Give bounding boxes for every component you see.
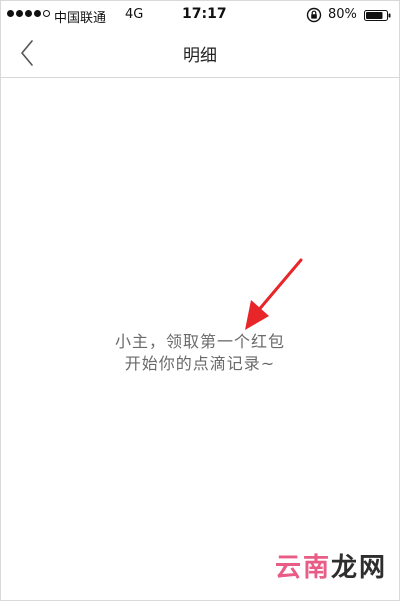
battery-icon: [364, 10, 391, 21]
signal-dot-empty: [43, 10, 50, 17]
carrier-name: 中国联通: [54, 11, 107, 26]
watermark: 云南龙网: [275, 547, 387, 584]
battery-percentage: 80%: [328, 7, 357, 22]
page-title: 明细: [183, 46, 217, 66]
watermark-char: 龙: [330, 553, 359, 583]
phone-screen: 中国联通 4G 17:17 80% 明细 小主，领取第一个红包 开始你的点滴记录…: [0, 0, 400, 601]
red-arrow-annotation-icon: [245, 258, 303, 330]
empty-state-line-2: 开始你的点滴记录~: [124, 354, 276, 373]
signal-dot: [25, 10, 32, 17]
status-bar: 中国联通 4G 17:17 80%: [1, 1, 399, 29]
navigation-bar: 明细: [1, 29, 399, 78]
watermark-char: 南: [302, 553, 331, 583]
signal-dot: [34, 10, 41, 17]
signal-dot: [16, 10, 23, 17]
status-time: 17:17: [182, 6, 227, 22]
signal-strength-icon: [7, 10, 50, 17]
watermark-char: 云: [274, 553, 303, 583]
empty-state-line-1: 小主，领取第一个红包: [114, 332, 285, 351]
network-type: 4G: [125, 7, 144, 22]
rotation-lock-icon: [306, 7, 322, 23]
watermark-char: 网: [358, 553, 387, 583]
signal-dot: [7, 10, 14, 17]
empty-state-message: 小主，领取第一个红包 开始你的点滴记录~: [1, 331, 399, 375]
